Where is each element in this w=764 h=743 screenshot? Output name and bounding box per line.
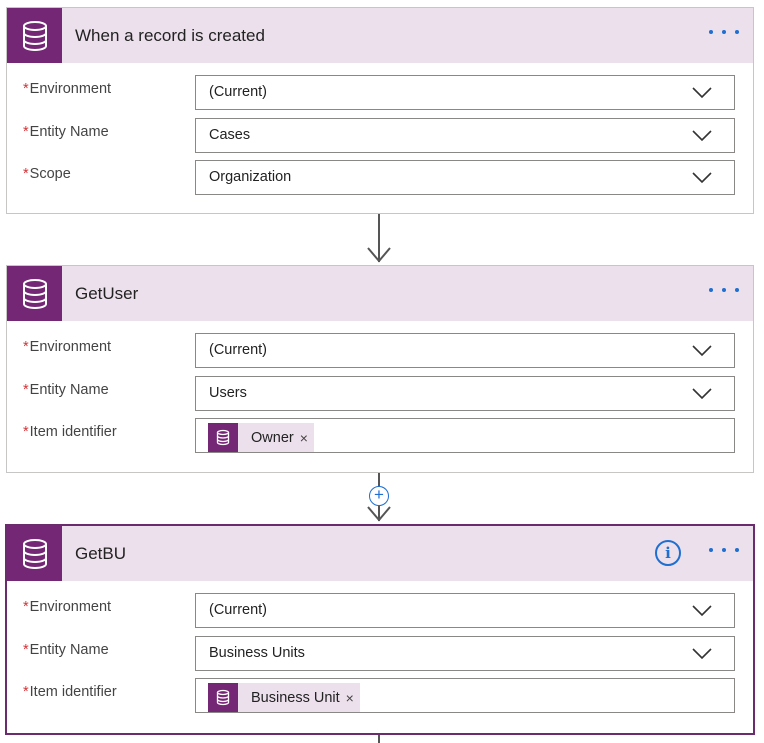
getuser-card[interactable]: GetUser *Environment (Current) *Entity N… (6, 265, 754, 473)
database-icon (208, 423, 238, 452)
entity-name-dropdown[interactable]: Business Units (195, 635, 735, 671)
more-dots-icon[interactable] (709, 280, 739, 300)
dynamic-content-token[interactable]: Owner × (208, 423, 314, 452)
environment-dropdown[interactable]: (Current) (195, 593, 735, 628)
more-dots-icon[interactable] (709, 22, 739, 42)
environment-dropdown[interactable]: (Current) (195, 333, 735, 368)
required-marker: * (23, 641, 29, 658)
card-title: When a record is created (75, 26, 265, 45)
card-header[interactable]: When a record is created (7, 8, 753, 63)
chevron-down-icon (692, 387, 712, 399)
card-body: *Environment (Current) *Entity Name Case… (7, 63, 753, 211)
close-icon[interactable]: × (300, 430, 314, 446)
dropdown-value: Business Units (209, 644, 305, 661)
card-header[interactable]: GetBU i (7, 526, 753, 581)
required-marker: * (23, 424, 29, 440)
database-icon (7, 266, 62, 321)
dropdown-value: (Current) (209, 84, 268, 100)
dropdown-value: Organization (209, 169, 292, 185)
token-label: Business Unit (251, 689, 340, 706)
arrow-down-icon (367, 247, 391, 263)
field-environment: *Environment (Current) (7, 75, 753, 118)
required-marker: * (23, 123, 29, 140)
getbu-card[interactable]: GetBU i *Environment (Current) *Entity N… (5, 524, 755, 735)
label-text: Environment (29, 81, 112, 97)
label-text: Entity Name (29, 381, 109, 398)
close-icon[interactable]: × (346, 690, 360, 706)
field-label: *Environment (23, 599, 111, 615)
field-scope: *Scope Organization (7, 160, 753, 203)
required-marker: * (23, 684, 29, 700)
field-entity-name: *Entity Name Users (7, 375, 753, 419)
field-environment: *Environment (Current) (7, 593, 753, 636)
card-title: GetBU (75, 544, 127, 563)
arrow-down-icon (367, 506, 391, 522)
chevron-down-icon (692, 605, 712, 617)
flow-designer-canvas: When a record is created *Environment (C… (0, 0, 764, 743)
required-marker: * (23, 166, 29, 182)
required-marker: * (23, 381, 29, 398)
required-marker: * (23, 81, 29, 97)
field-label: *Environment (23, 339, 111, 355)
field-label: *Entity Name (23, 124, 109, 140)
field-entity-name: *Entity Name Cases (7, 117, 753, 161)
required-marker: * (23, 339, 29, 355)
dropdown-value: Users (209, 384, 247, 401)
chevron-down-icon (692, 129, 712, 141)
label-text: Environment (29, 599, 112, 615)
field-label: *Environment (23, 81, 111, 97)
field-label: *Item identifier (23, 424, 117, 440)
field-item-identifier: *Item identifier Owner × (7, 418, 753, 461)
environment-dropdown[interactable]: (Current) (195, 75, 735, 110)
field-label: *Scope (23, 166, 71, 182)
entity-name-dropdown[interactable]: Users (195, 375, 735, 411)
dropdown-value: (Current) (209, 342, 268, 358)
add-step-icon[interactable]: + (369, 486, 389, 506)
field-label: *Entity Name (23, 642, 109, 658)
database-icon (208, 683, 238, 712)
field-label: *Entity Name (23, 382, 109, 398)
chevron-down-icon (692, 345, 712, 357)
dynamic-content-token[interactable]: Business Unit × (208, 683, 360, 712)
token-label: Owner (251, 429, 294, 446)
item-identifier-input[interactable]: Business Unit × (195, 678, 735, 713)
field-environment: *Environment (Current) (7, 333, 753, 376)
card-body: *Environment (Current) *Entity Name User… (7, 321, 753, 469)
field-label: *Item identifier (23, 684, 117, 700)
label-text: Entity Name (29, 123, 109, 140)
connector-line (378, 735, 380, 743)
label-text: Item identifier (29, 684, 117, 700)
field-entity-name: *Entity Name Business Units (7, 635, 753, 679)
chevron-down-icon (692, 87, 712, 99)
card-title: GetUser (75, 284, 139, 303)
database-icon (7, 526, 62, 581)
card-header[interactable]: GetUser (7, 266, 753, 321)
entity-name-dropdown[interactable]: Cases (195, 117, 735, 153)
info-icon[interactable]: i (655, 540, 681, 566)
chevron-down-icon (692, 647, 712, 659)
label-text: Scope (29, 166, 71, 182)
trigger-card[interactable]: When a record is created *Environment (C… (6, 7, 754, 214)
dropdown-value: (Current) (209, 602, 268, 618)
chevron-down-icon (692, 172, 712, 184)
scope-dropdown[interactable]: Organization (195, 160, 735, 195)
field-item-identifier: *Item identifier Business Unit × (7, 678, 753, 721)
database-icon (7, 8, 62, 63)
required-marker: * (23, 599, 29, 615)
label-text: Item identifier (29, 424, 117, 440)
item-identifier-input[interactable]: Owner × (195, 418, 735, 453)
more-dots-icon[interactable] (709, 540, 739, 560)
label-text: Entity Name (29, 641, 109, 658)
card-body: *Environment (Current) *Entity Name Busi… (7, 581, 753, 729)
dropdown-value: Cases (209, 126, 251, 143)
label-text: Environment (29, 339, 112, 355)
